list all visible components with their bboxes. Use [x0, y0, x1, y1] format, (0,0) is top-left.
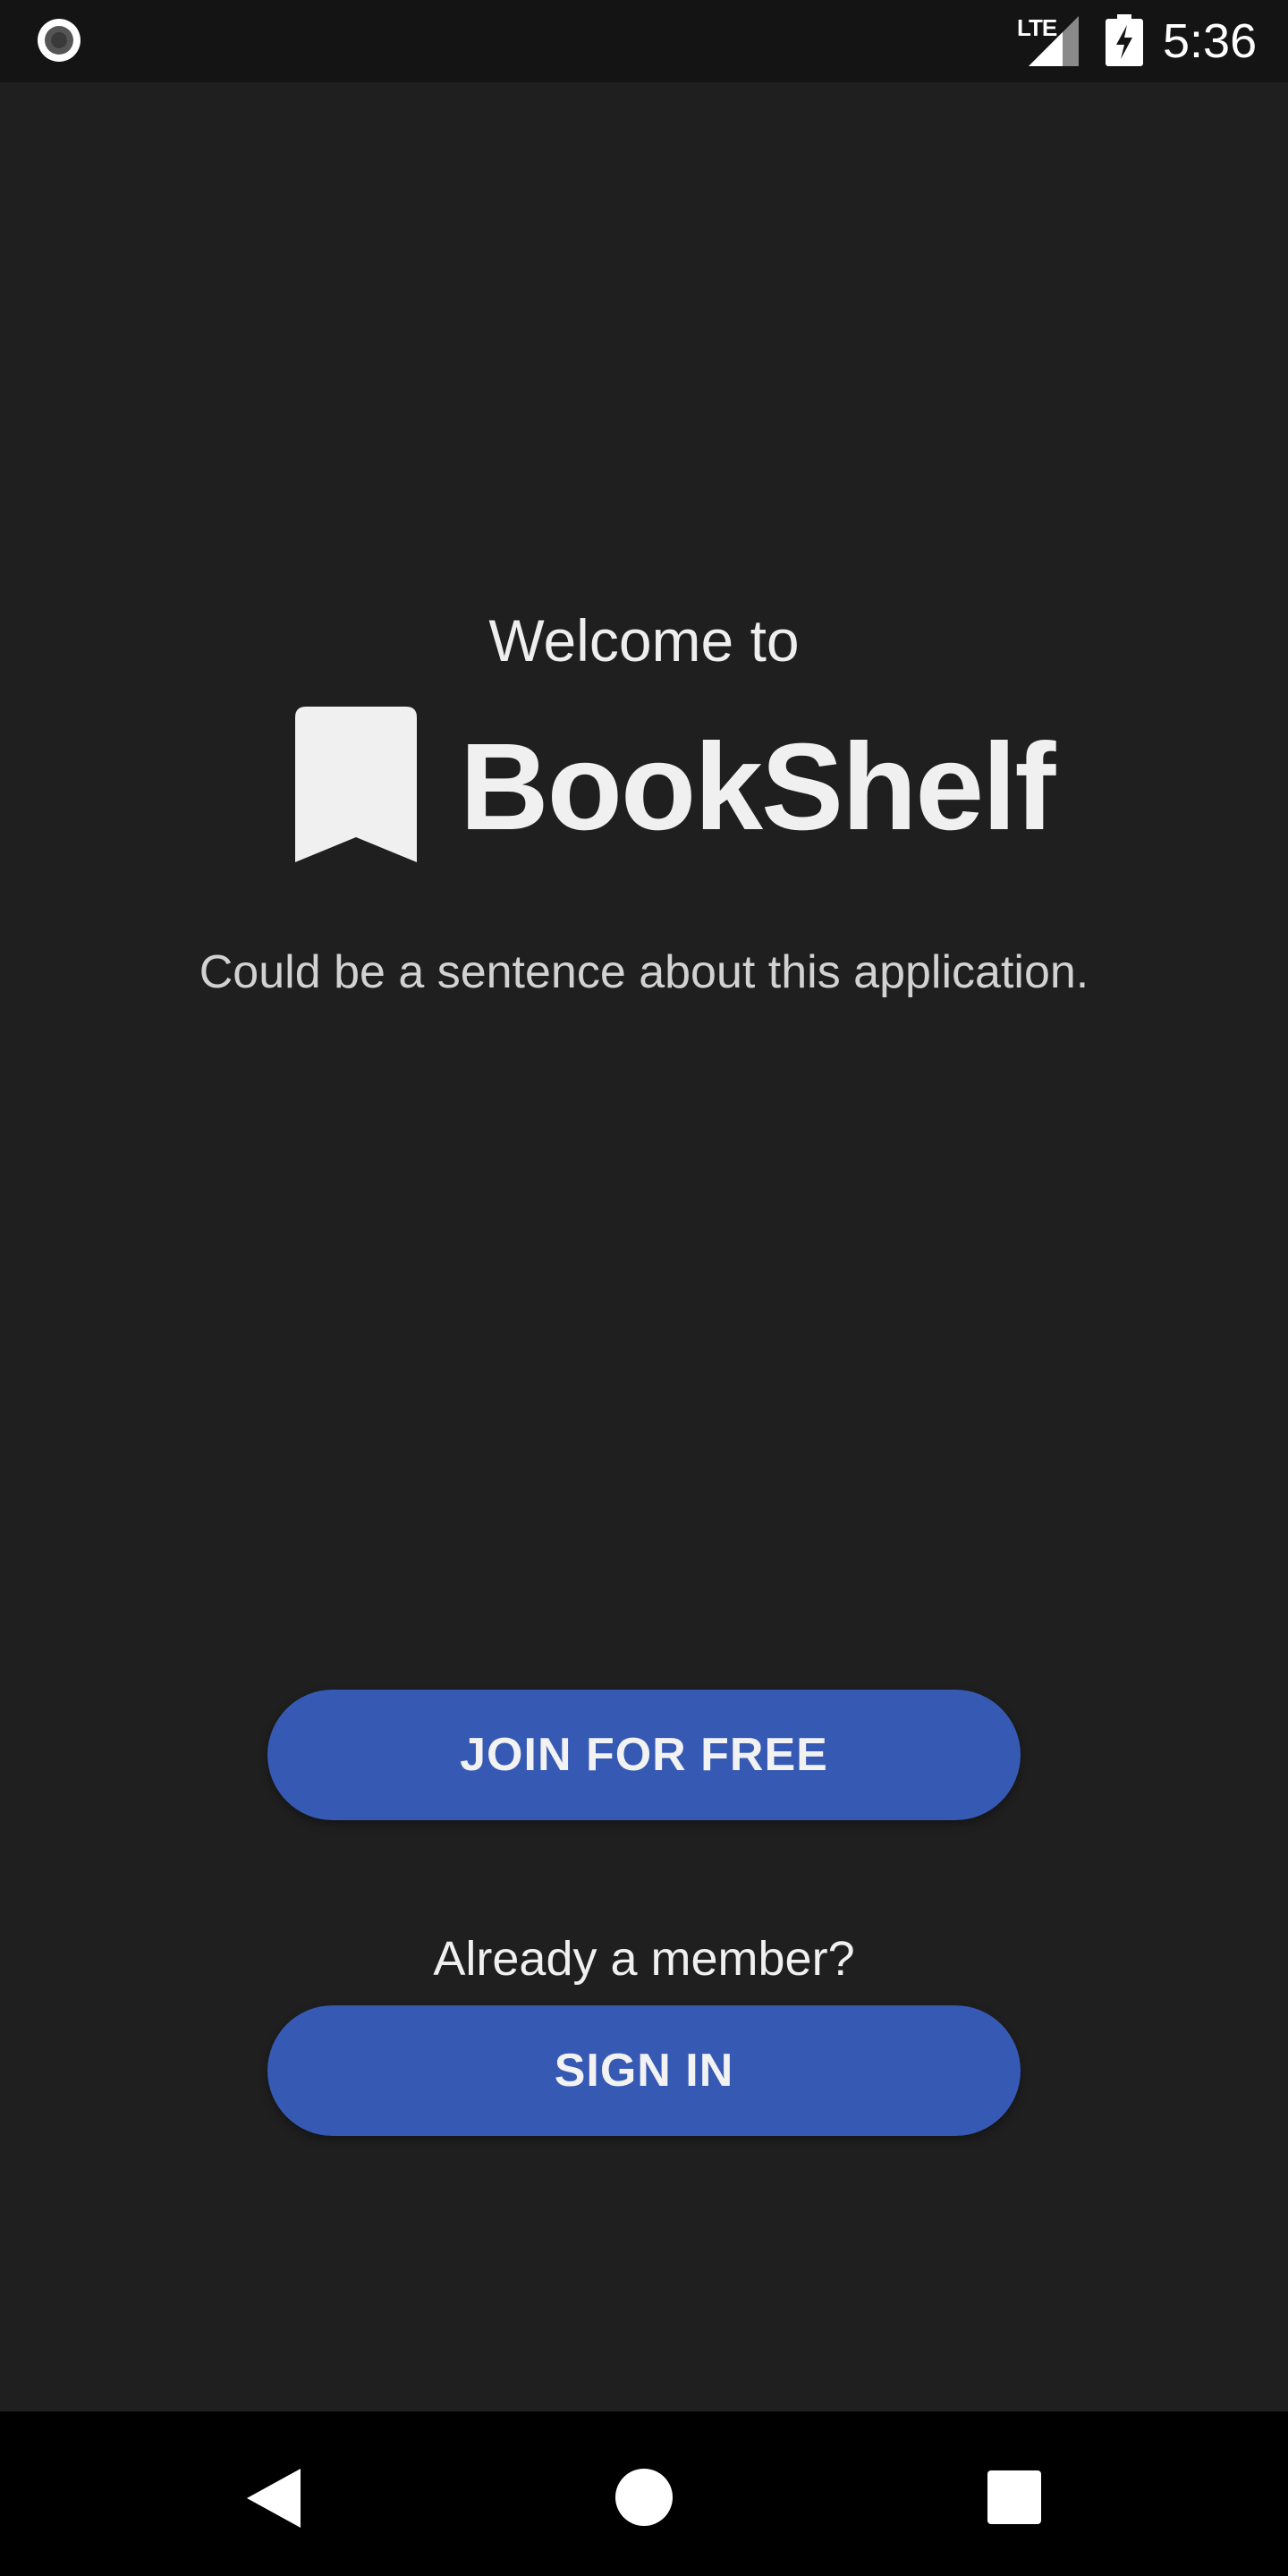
sign-in-button[interactable]: SIGN IN — [267, 2005, 1021, 2136]
welcome-intro: Welcome to — [488, 607, 800, 674]
status-clock: 5:36 — [1163, 14, 1258, 68]
join-for-free-button[interactable]: JOIN FOR FREE — [267, 1690, 1021, 1820]
record-indicator-icon — [38, 19, 80, 62]
signal-icon — [1029, 16, 1079, 66]
bookmark-icon — [295, 707, 417, 862]
status-bar: LTE 5:36 — [0, 0, 1288, 82]
app-tagline: Could be a sentence about this applicati… — [199, 946, 1089, 998]
home-icon[interactable] — [615, 2469, 673, 2526]
member-prompt: Already a member? — [433, 1932, 855, 1986]
recents-icon[interactable] — [987, 2470, 1041, 2524]
app-name: BookShelf — [460, 718, 1055, 856]
welcome-screen: LTE 5:36 Welcome to BookShelf Could be a… — [0, 0, 1288, 2576]
app-brand: BookShelf — [295, 707, 1055, 868]
battery-charging-icon — [1106, 14, 1143, 66]
navigation-bar — [0, 2411, 1288, 2576]
back-icon[interactable] — [247, 2469, 301, 2528]
